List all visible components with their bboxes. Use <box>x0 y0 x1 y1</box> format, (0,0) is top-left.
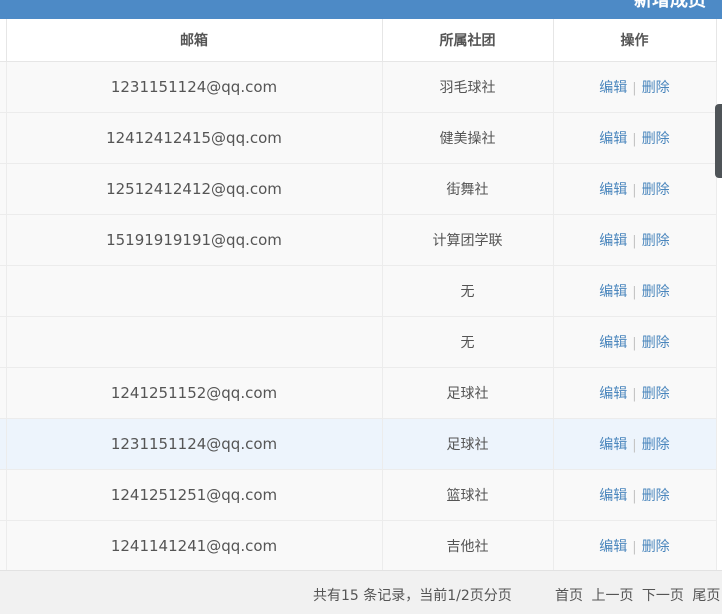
email-cell <box>5 315 383 368</box>
member-table-container: 邮箱 所属社团 操作 1231151124@qq.com 羽毛球社 编辑 | 删除 … <box>0 19 717 572</box>
table-row: 12412412415@qq.com 健美操社 编辑 | 删除 <box>0 111 717 164</box>
top-header-bar: 新增成员 <box>0 0 722 19</box>
table-row: 无 编辑 | 删除 <box>0 264 717 317</box>
header-title: 新增成员 <box>634 0 706 11</box>
delete-link[interactable]: 删除 <box>642 386 670 402</box>
table-row: 1231151124@qq.com 羽毛球社 编辑 | 删除 <box>0 60 717 113</box>
edit-link[interactable]: 编辑 <box>599 233 627 249</box>
email-cell: 1231151124@qq.com <box>5 60 383 113</box>
table-row-hovered: 1231151124@qq.com 足球社 编辑 | 删除 <box>0 417 717 470</box>
email-cell <box>5 264 383 317</box>
prev-page-link[interactable]: 上一页 <box>591 588 633 604</box>
club-cell: 足球社 <box>381 366 554 419</box>
club-cell: 吉他社 <box>381 519 554 572</box>
club-cell: 无 <box>381 264 554 317</box>
edit-link[interactable]: 编辑 <box>599 131 627 147</box>
edit-link[interactable]: 编辑 <box>599 386 627 402</box>
action-separator: | <box>632 284 637 300</box>
email-cell: 15191919191@qq.com <box>5 213 383 266</box>
club-cell: 羽毛球社 <box>381 60 554 113</box>
column-header-actions: 操作 <box>552 19 717 62</box>
edit-link[interactable]: 编辑 <box>599 437 627 453</box>
delete-link[interactable]: 删除 <box>642 284 670 300</box>
delete-link[interactable]: 删除 <box>642 488 670 504</box>
action-separator: | <box>632 335 637 351</box>
actions-cell: 编辑 | 删除 <box>552 60 717 113</box>
table-row: 15191919191@qq.com 计算团学联 编辑 | 删除 <box>0 213 717 266</box>
club-cell: 健美操社 <box>381 111 554 164</box>
action-separator: | <box>632 437 637 453</box>
delete-link[interactable]: 删除 <box>642 182 670 198</box>
actions-cell: 编辑 | 删除 <box>552 468 717 521</box>
column-header-club: 所属社团 <box>381 19 554 62</box>
action-separator: | <box>632 80 637 96</box>
edit-link[interactable]: 编辑 <box>599 335 627 351</box>
edit-link[interactable]: 编辑 <box>599 488 627 504</box>
club-cell: 街舞社 <box>381 162 554 215</box>
table-header-row: 邮箱 所属社团 操作 <box>0 19 717 62</box>
last-page-link[interactable]: 尾页 <box>692 588 720 604</box>
first-page-link[interactable]: 首页 <box>555 588 583 604</box>
action-separator: | <box>632 539 637 555</box>
table-row: 12512412412@qq.com 街舞社 编辑 | 删除 <box>0 162 717 215</box>
actions-cell: 编辑 | 删除 <box>552 213 717 266</box>
column-header-email: 邮箱 <box>5 19 383 62</box>
delete-link[interactable]: 删除 <box>642 80 670 96</box>
action-separator: | <box>632 182 637 198</box>
actions-cell: 编辑 | 删除 <box>552 417 717 470</box>
action-separator: | <box>632 386 637 402</box>
table-row: 1241251152@qq.com 足球社 编辑 | 删除 <box>0 366 717 419</box>
email-cell: 12412412415@qq.com <box>5 111 383 164</box>
delete-link[interactable]: 删除 <box>642 437 670 453</box>
edit-link[interactable]: 编辑 <box>599 284 627 300</box>
actions-cell: 编辑 | 删除 <box>552 315 717 368</box>
email-cell: 1241141241@qq.com <box>5 519 383 572</box>
pagination-controls: 首页 上一页 下一页 尾页 <box>555 585 722 605</box>
member-table: 邮箱 所属社团 操作 1231151124@qq.com 羽毛球社 编辑 | 删除 … <box>0 19 717 572</box>
edit-link[interactable]: 编辑 <box>599 182 627 198</box>
club-cell: 足球社 <box>381 417 554 470</box>
edit-link[interactable]: 编辑 <box>599 80 627 96</box>
table-row: 无 编辑 | 删除 <box>0 315 717 368</box>
delete-link[interactable]: 删除 <box>642 539 670 555</box>
email-cell: 1231151124@qq.com <box>5 417 383 470</box>
pagination-footer: 共有15 条记录，当前1/2页分页 首页 上一页 下一页 尾页 <box>0 570 722 614</box>
next-page-link[interactable]: 下一页 <box>642 588 684 604</box>
delete-link[interactable]: 删除 <box>642 131 670 147</box>
actions-cell: 编辑 | 删除 <box>552 519 717 572</box>
actions-cell: 编辑 | 删除 <box>552 111 717 164</box>
club-cell: 计算团学联 <box>381 213 554 266</box>
email-cell: 1241251251@qq.com <box>5 468 383 521</box>
action-separator: | <box>632 131 637 147</box>
side-scroll-handle[interactable] <box>715 104 722 178</box>
email-cell: 1241251152@qq.com <box>5 366 383 419</box>
email-cell: 12512412412@qq.com <box>5 162 383 215</box>
table-row: 1241251251@qq.com 篮球社 编辑 | 删除 <box>0 468 717 521</box>
table-row: 1241141241@qq.com 吉他社 编辑 | 删除 <box>0 519 717 572</box>
edit-link[interactable]: 编辑 <box>599 539 627 555</box>
record-count-info: 共有15 条记录，当前1/2页分页 <box>313 588 512 604</box>
club-cell: 无 <box>381 315 554 368</box>
action-separator: | <box>632 488 637 504</box>
actions-cell: 编辑 | 删除 <box>552 264 717 317</box>
delete-link[interactable]: 删除 <box>642 335 670 351</box>
club-cell: 篮球社 <box>381 468 554 521</box>
delete-link[interactable]: 删除 <box>642 233 670 249</box>
action-separator: | <box>632 233 637 249</box>
actions-cell: 编辑 | 删除 <box>552 366 717 419</box>
actions-cell: 编辑 | 删除 <box>552 162 717 215</box>
